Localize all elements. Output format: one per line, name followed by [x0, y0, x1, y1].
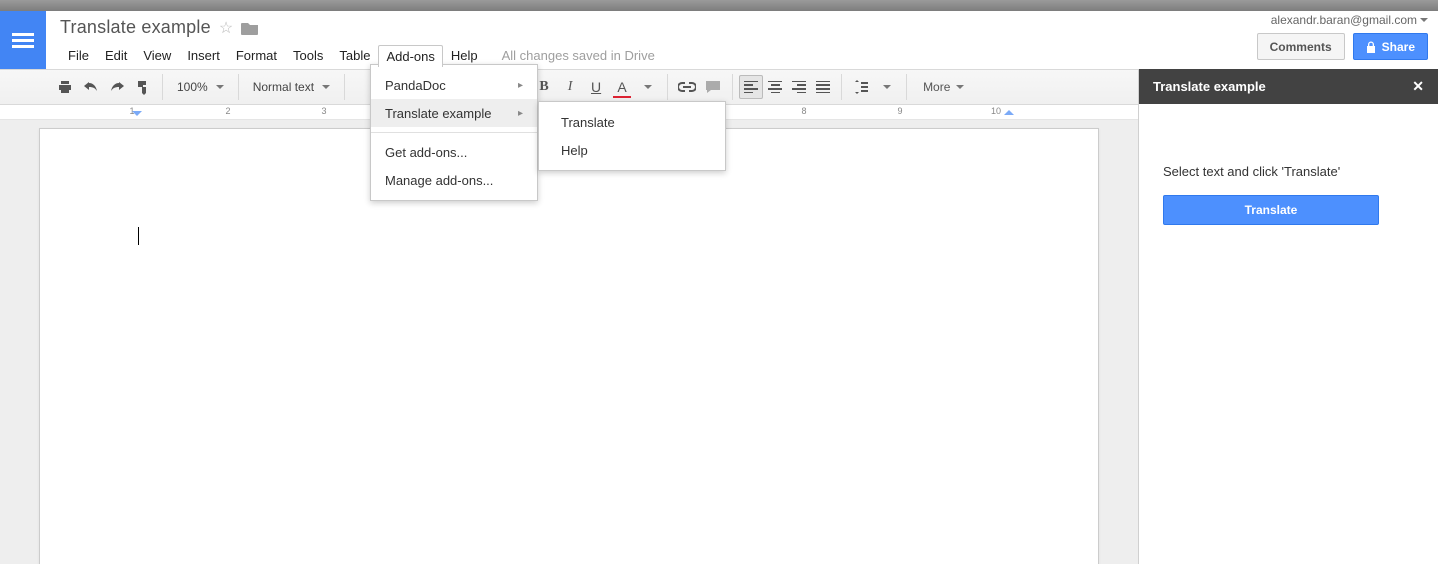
menu-bar: File Edit View Insert Format Tools Table…	[60, 44, 1438, 67]
zoom-select[interactable]: 100%	[169, 80, 232, 94]
addons-dropdown: PandaDoc ▸ Translate example ▸ Get add-o…	[370, 64, 538, 201]
save-status: All changes saved in Drive	[502, 48, 655, 63]
text-color-icon[interactable]: A	[609, 74, 635, 100]
addons-item-manage-addons[interactable]: Manage add-ons...	[371, 166, 537, 194]
star-icon[interactable]: ☆	[219, 18, 233, 38]
comments-button[interactable]: Comments	[1257, 33, 1345, 60]
italic-icon[interactable]: I	[557, 74, 583, 100]
user-email-label: alexandr.baran@gmail.com	[1271, 13, 1417, 27]
close-icon[interactable]: ✕	[1412, 78, 1424, 95]
text-cursor	[138, 227, 139, 245]
redo-icon[interactable]	[104, 74, 130, 100]
docs-home-icon[interactable]	[0, 11, 46, 69]
submenu-arrow-icon: ▸	[518, 108, 523, 119]
menu-file[interactable]: File	[60, 44, 97, 67]
sidebar-header: Translate example ✕	[1139, 69, 1438, 104]
paint-format-icon[interactable]	[130, 74, 156, 100]
menu-format[interactable]: Format	[228, 44, 285, 67]
text-color-caret[interactable]	[635, 74, 661, 100]
submenu-item-help[interactable]: Help	[539, 136, 725, 164]
document-title[interactable]: Translate example	[60, 17, 211, 38]
addons-item-pandadoc[interactable]: PandaDoc ▸	[371, 71, 537, 99]
underline-icon[interactable]: U	[583, 74, 609, 100]
align-right-icon[interactable]	[787, 75, 811, 99]
dropdown-separator	[371, 132, 537, 133]
insert-comment-icon[interactable]	[700, 74, 726, 100]
menu-tools[interactable]: Tools	[285, 44, 331, 67]
folder-icon[interactable]	[241, 21, 259, 35]
translate-button[interactable]: Translate	[1163, 195, 1379, 225]
menu-insert[interactable]: Insert	[179, 44, 228, 67]
menu-view[interactable]: View	[135, 44, 179, 67]
translate-example-submenu: Translate Help	[538, 101, 726, 171]
align-center-icon[interactable]	[763, 75, 787, 99]
addons-item-get-addons[interactable]: Get add-ons...	[371, 138, 537, 166]
align-justify-icon[interactable]	[811, 75, 835, 99]
addons-item-translate-example[interactable]: Translate example ▸	[371, 99, 537, 127]
workspace	[0, 120, 1138, 564]
undo-icon[interactable]	[78, 74, 104, 100]
window-chrome-bar	[0, 0, 1438, 11]
indent-end-icon[interactable]	[1004, 105, 1014, 115]
paragraph-style-select[interactable]: Normal text	[245, 80, 338, 94]
more-button[interactable]: More	[913, 80, 974, 94]
caret-down-icon	[1420, 18, 1428, 26]
document-page[interactable]	[39, 128, 1099, 564]
menu-edit[interactable]: Edit	[97, 44, 135, 67]
submenu-arrow-icon: ▸	[518, 80, 523, 91]
print-icon[interactable]	[52, 74, 78, 100]
submenu-item-translate[interactable]: Translate	[539, 108, 725, 136]
sidebar-panel: Translate example ✕ Select text and clic…	[1138, 69, 1438, 564]
insert-link-icon[interactable]	[674, 74, 700, 100]
align-left-icon[interactable]	[739, 75, 763, 99]
share-button[interactable]: Share	[1353, 33, 1428, 60]
lock-icon	[1366, 41, 1376, 53]
sidebar-title: Translate example	[1153, 79, 1266, 94]
menu-addons[interactable]: Add-ons	[378, 45, 442, 67]
sidebar-instruction: Select text and click 'Translate'	[1163, 164, 1414, 179]
line-spacing-icon[interactable]	[848, 74, 874, 100]
account-menu[interactable]: alexandr.baran@gmail.com	[1271, 13, 1428, 27]
header: Translate example ☆ File Edit View Inser…	[0, 11, 1438, 69]
line-spacing-caret[interactable]	[874, 74, 900, 100]
